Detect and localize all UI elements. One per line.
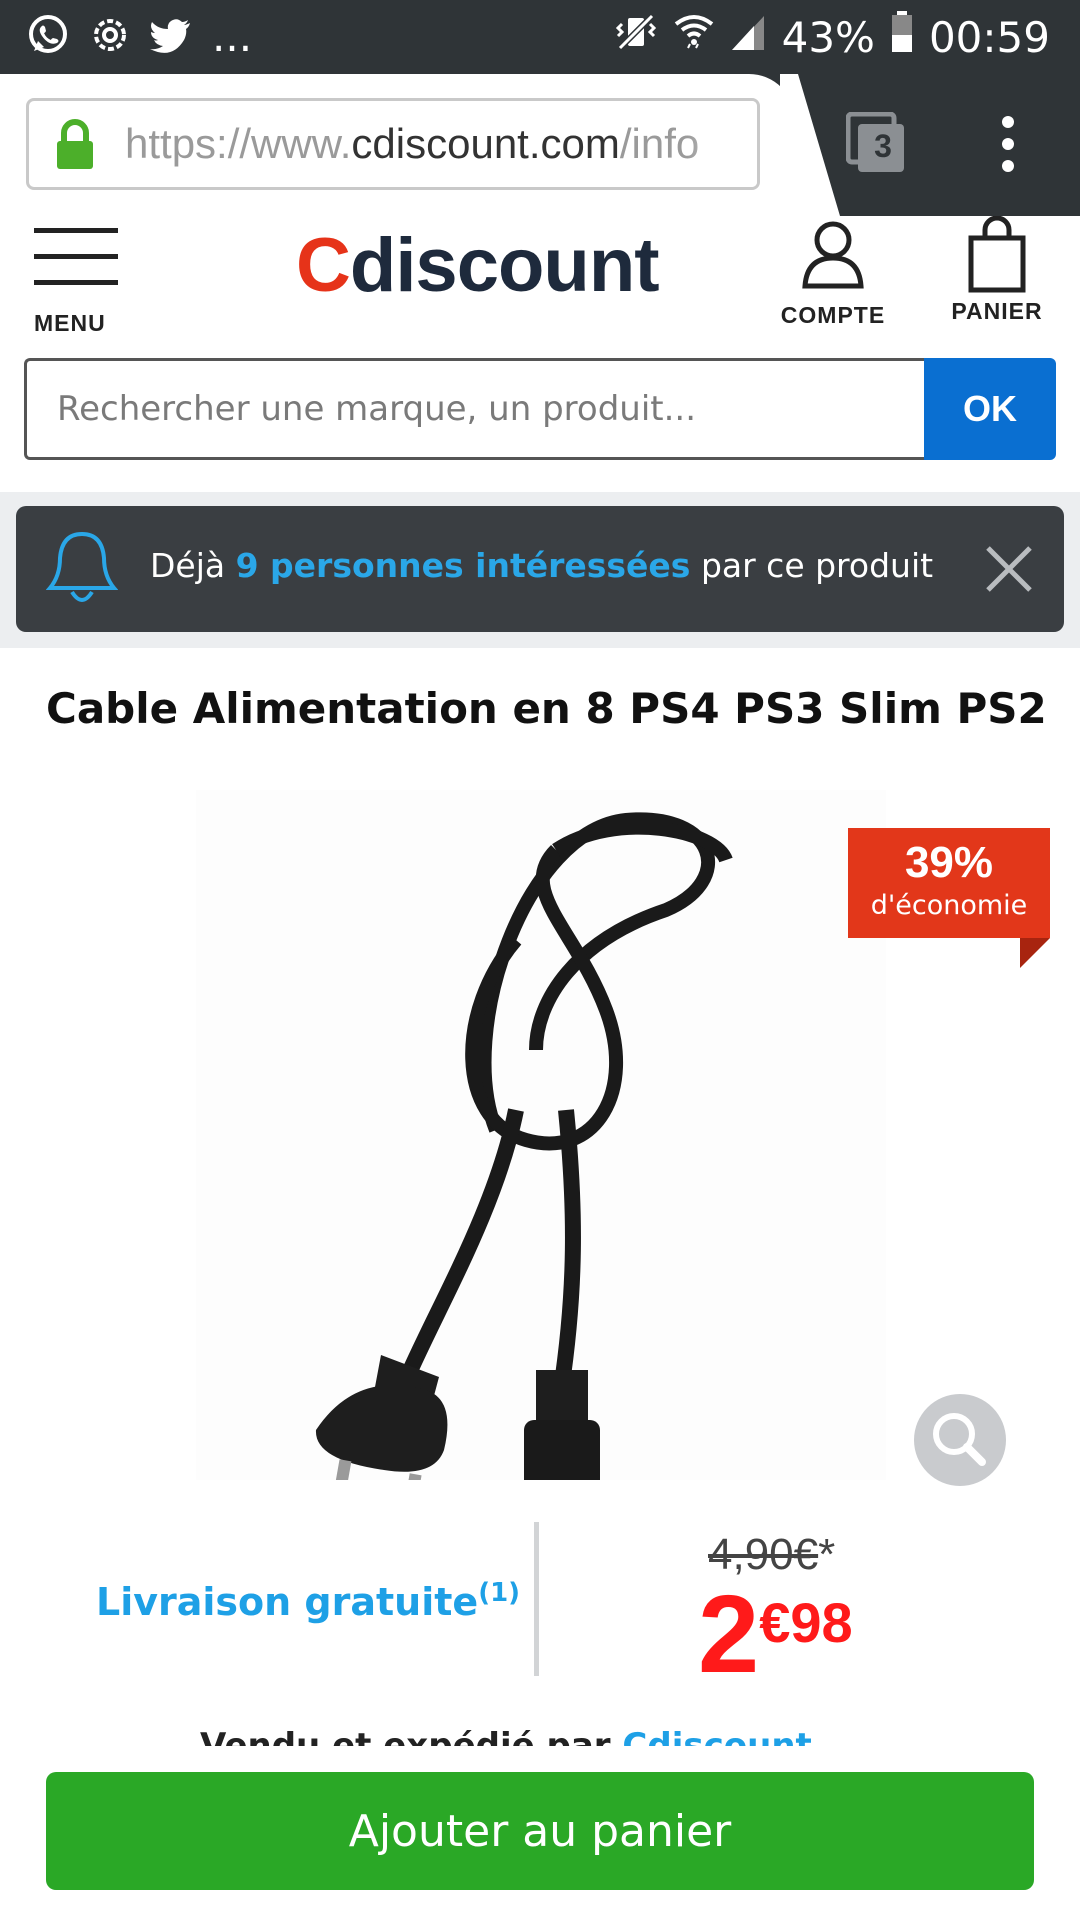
wifi-icon xyxy=(674,10,714,64)
url-host: cdiscount.com xyxy=(351,120,620,167)
cart-button[interactable]: PANIER xyxy=(944,215,1050,338)
notification-highlight: 9 personnes intéressées xyxy=(235,546,691,585)
whatsapp-icon xyxy=(26,13,70,61)
tab-count: 3 xyxy=(874,128,892,164)
browser-toolbar: https://www.cdiscount.com/info 3 xyxy=(0,74,1080,216)
clock: 00:59 xyxy=(928,12,1050,62)
old-price-asterisk: * xyxy=(818,1530,836,1579)
lock-icon xyxy=(55,119,95,175)
notification-band: Déjà 9 personnes intéressées par ce prod… xyxy=(0,492,1080,648)
logo-text: discount xyxy=(349,223,660,308)
logo-letter-c: C xyxy=(296,223,351,308)
vibrate-icon xyxy=(614,10,658,64)
notification-icons: ... xyxy=(26,12,252,61)
search-bar: OK xyxy=(24,358,1056,460)
url-scheme: https://www. xyxy=(125,120,352,167)
current-price: 2€98 xyxy=(698,1580,853,1690)
product-image[interactable] xyxy=(196,790,886,1521)
price-divider xyxy=(534,1522,539,1676)
magnifier-icon xyxy=(914,1413,1006,1490)
hamburger-icon xyxy=(34,228,120,285)
battery-level: 43% xyxy=(781,12,875,62)
signal-icon xyxy=(730,12,766,62)
add-to-cart-button[interactable]: Ajouter au panier xyxy=(46,1772,1034,1890)
price-decimal: €98 xyxy=(759,1591,853,1654)
discount-label: d'économie xyxy=(870,890,1028,921)
free-delivery-label[interactable]: Livraison gratuite(1) xyxy=(96,1578,520,1624)
status-bar: ... 43% 00:59 xyxy=(0,0,1080,74)
shopping-bag-icon xyxy=(967,215,1027,298)
tab-switcher-button[interactable]: 3 xyxy=(845,111,906,174)
product-title: Cable Alimentation en 8 PS4 PS3 Slim PS2 xyxy=(46,684,1047,733)
site-header: MENU Cdiscount COMPTE PANIER xyxy=(0,215,1080,346)
interest-notification: Déjà 9 personnes intéressées par ce prod… xyxy=(16,506,1064,632)
search-ok-button[interactable]: OK xyxy=(924,358,1056,460)
delivery-footnote: (1) xyxy=(478,1578,521,1608)
address-bar[interactable]: https://www.cdiscount.com/info xyxy=(26,98,760,190)
settings-icon xyxy=(88,13,132,61)
url-fade xyxy=(687,101,757,187)
tab-curve xyxy=(780,74,840,216)
close-icon[interactable] xyxy=(982,542,1036,596)
notification-suffix: par ce produit xyxy=(690,546,934,585)
notification-prefix: Déjà xyxy=(150,546,236,585)
price-integer: 2 xyxy=(698,1573,760,1696)
twitter-icon xyxy=(150,13,194,61)
old-price-value: 4,90€ xyxy=(708,1530,819,1579)
discount-badge: 39% d'économie xyxy=(848,828,1050,938)
zoom-button[interactable] xyxy=(914,1394,1006,1486)
bell-icon xyxy=(45,528,119,614)
cart-label: PANIER xyxy=(951,298,1043,324)
menu-label: MENU xyxy=(34,310,106,336)
more-notifications-indicator: ... xyxy=(212,12,253,61)
search-input[interactable] xyxy=(24,358,926,460)
cdiscount-logo[interactable]: Cdiscount xyxy=(296,222,660,309)
discount-percent: 39% xyxy=(904,838,994,887)
account-button[interactable]: COMPTE xyxy=(778,220,888,338)
notification-text: Déjà 9 personnes intéressées par ce prod… xyxy=(150,546,933,585)
account-label: COMPTE xyxy=(780,302,886,328)
page: ... 43% 00:59 https://www.cdiscount.com/… xyxy=(0,0,1080,1920)
menu-button[interactable]: MENU xyxy=(34,228,120,338)
add-to-cart-bar: Ajouter au panier xyxy=(0,1746,1080,1920)
user-icon xyxy=(801,221,865,294)
battery-icon xyxy=(891,11,913,63)
overflow-menu-button[interactable] xyxy=(990,116,1026,172)
system-indicators: 43% 00:59 xyxy=(614,10,1050,64)
power-cable-illustration xyxy=(315,812,733,1521)
badge-fold xyxy=(1020,938,1050,968)
delivery-text: Livraison gratuite xyxy=(96,1580,479,1624)
url-text: https://www.cdiscount.com/info xyxy=(125,120,699,168)
